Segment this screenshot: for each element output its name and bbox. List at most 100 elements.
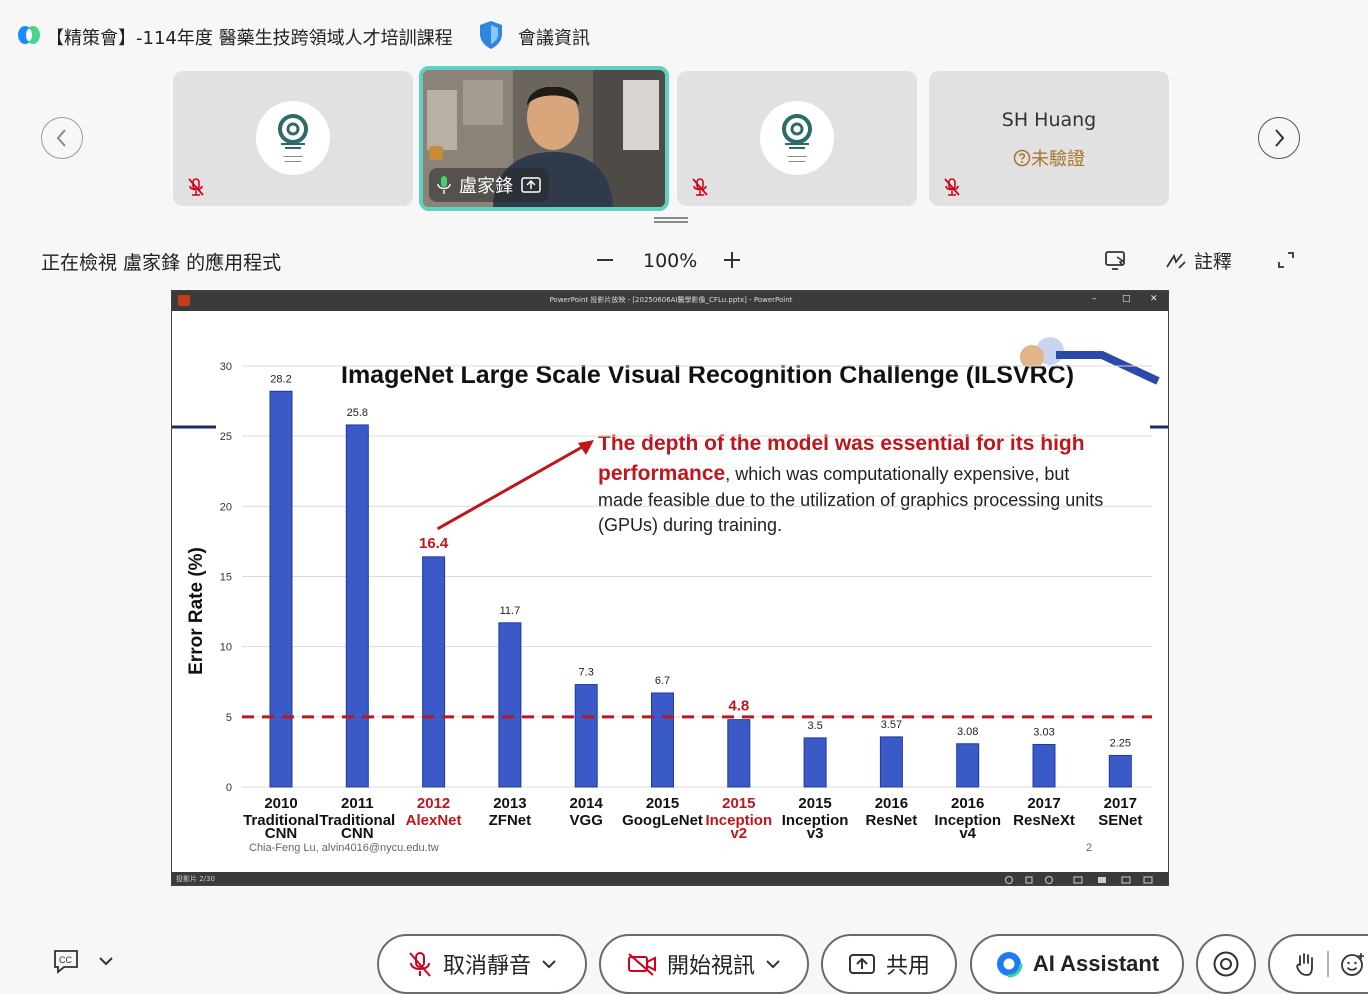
x-tick-model: ResNet — [866, 812, 918, 829]
zoom-in-icon[interactable] — [722, 249, 742, 271]
bar-value-label: 6.7 — [655, 675, 670, 687]
bar-value-label: 25.8 — [347, 407, 368, 419]
ai-assistant-label: AI Assistant — [1032, 951, 1160, 976]
bar-value-label: 2.25 — [1110, 737, 1131, 749]
x-tick-year: 2015 — [646, 795, 679, 812]
slide-footer-author: Chia-Feng Lu, alvin4016@nycu.edu.tw — [249, 842, 439, 854]
raise-hand-icon[interactable] — [1294, 951, 1316, 977]
slide-title: ImageNet Large Scale Visual Recognition … — [341, 361, 1074, 389]
participant-tile-1[interactable]: ━━━━━━━━ ━━━━━━━ — [173, 71, 413, 206]
meeting-info-link[interactable]: 會議資訊 — [518, 24, 590, 50]
annotate-button[interactable]: 註釋 — [1164, 247, 1232, 274]
start-video-label: 開始視訊 — [666, 954, 755, 979]
annotate-label: 註釋 — [1194, 251, 1233, 273]
participants-prev-button[interactable] — [41, 117, 83, 159]
share-label: 共用 — [885, 954, 930, 979]
share-button[interactable]: 共用 — [821, 934, 957, 994]
close-button[interactable]: ✕ — [1150, 294, 1158, 304]
participant-tile-active-speaker[interactable]: 盧家鋒 — [419, 66, 669, 211]
highlight-text-line1: The depth of the model was essential for… — [598, 432, 1085, 455]
y-tick-label: 15 — [220, 572, 232, 584]
annotation-arrow-line — [436, 444, 585, 531]
chart-bar — [803, 737, 827, 788]
chart-bar — [1108, 754, 1132, 788]
y-tick-label: 20 — [220, 501, 232, 513]
x-tick-year: 2015 — [798, 795, 831, 812]
ppt-window-title: PowerPoint 投影片放映 - [20250606AI醫學影像_CFLu.… — [549, 296, 793, 304]
question-circle-icon — [1013, 149, 1031, 167]
x-tick-model: GoogLeNet — [622, 812, 703, 829]
ppt-window-titlebar: PowerPoint 投影片放映 - [20250606AI醫學影像_CFLu.… — [172, 291, 1168, 311]
x-tick-year: 2013 — [493, 795, 526, 812]
organization-logo-icon — [278, 114, 308, 149]
start-video-button[interactable]: 開始視訊 — [599, 934, 809, 994]
emoji-reaction-icon[interactable] — [1340, 951, 1366, 977]
participant-tile-4[interactable]: SH Huang 未驗證 — [929, 71, 1169, 206]
bar-value-label: 11.7 — [500, 605, 521, 617]
x-tick-year: 2014 — [570, 795, 604, 812]
reactions-button[interactable] — [1268, 934, 1368, 994]
x-tick-year: 2017 — [1104, 795, 1137, 812]
participants-next-button[interactable] — [1258, 117, 1300, 159]
chart-bar — [422, 556, 446, 788]
title-bar: 【精策會】-114年度 醫藥生技跨領域人才培訓課程 會議資訊 — [0, 0, 1368, 72]
ai-assistant-button[interactable]: AI Assistant — [970, 934, 1184, 994]
participant-tile-3[interactable]: ━━━━━━━━ ━━━━━━━ — [677, 71, 917, 206]
strip-resize-handle[interactable] — [652, 216, 690, 224]
x-tick-model: v2 — [730, 825, 747, 842]
mic-muted-icon — [188, 178, 204, 196]
zoom-out-icon[interactable] — [595, 249, 615, 271]
x-tick-model: v3 — [807, 825, 824, 842]
bar-value-label: 3.03 — [1033, 726, 1054, 738]
mic-active-icon — [437, 176, 451, 194]
x-tick-year: 2015 — [722, 795, 755, 812]
slideshow-controls-icon[interactable] — [1004, 875, 1154, 885]
minimize-button[interactable]: – — [1092, 294, 1097, 304]
y-tick-label: 10 — [220, 642, 232, 654]
x-tick-model: ZFNet — [489, 812, 532, 829]
closed-captions-icon: CC — [54, 950, 78, 974]
unmute-button[interactable]: 取消靜音 — [377, 934, 587, 994]
divider — [1327, 951, 1329, 977]
chevron-down-icon[interactable] — [541, 958, 557, 970]
record-button[interactable] — [1196, 934, 1256, 994]
ppt-status-bar: 投影片 2/30 — [172, 872, 1168, 885]
bar-value-label: 7.3 — [579, 667, 594, 679]
x-tick-year: 2017 — [1027, 795, 1060, 812]
chevron-down-icon[interactable] — [765, 958, 781, 970]
body-text-line1: performance, which was computationally e… — [598, 462, 1069, 485]
meeting-info-shield-icon[interactable] — [478, 20, 504, 50]
bar-value-label: 16.4 — [419, 535, 449, 552]
mic-muted-icon — [944, 178, 960, 196]
chevron-down-icon — [99, 957, 113, 966]
chevron-right-icon — [1275, 129, 1285, 147]
chevron-left-icon — [56, 129, 66, 147]
zoom-level: 100% — [643, 250, 698, 272]
bar-value-label: 28.2 — [270, 373, 291, 385]
request-control-icon[interactable] — [1104, 249, 1128, 271]
chart-bar — [269, 390, 293, 788]
x-tick-model: VGG — [570, 812, 603, 829]
bar-value-label: 3.57 — [881, 719, 902, 731]
x-tick-model: AlexNet — [406, 812, 462, 829]
mic-muted-icon — [409, 952, 431, 977]
y-tick-label: 25 — [220, 431, 232, 443]
fullscreen-icon[interactable] — [1276, 250, 1296, 270]
x-tick-model: v4 — [959, 825, 976, 842]
slide-canvas: ImageNet Large Scale Visual Recognition … — [172, 337, 1168, 854]
organization-logo-icon — [782, 114, 812, 149]
shared-screen: PowerPoint 投影片放映 - [20250606AI醫學影像_CFLu.… — [171, 290, 1169, 886]
closed-captions-button[interactable]: CC — [52, 948, 114, 974]
participant-name: 盧家鋒 — [459, 176, 513, 197]
x-tick-year: 2016 — [951, 795, 984, 812]
meeting-title: 【精策會】-114年度 醫藥生技跨領域人才培訓課程 — [46, 28, 453, 49]
y-axis-label: Error Rate (%) — [186, 547, 207, 675]
bar-value-label: 3.5 — [807, 720, 822, 732]
chart-bar — [1032, 743, 1056, 788]
organization-logo: ━━━━━━━━ ━━━━━━━ — [760, 101, 834, 175]
chart-bar — [651, 692, 674, 788]
active-speaker-name-tag: 盧家鋒 — [429, 168, 549, 202]
x-tick-model: CNN — [265, 825, 298, 842]
viewing-shared-app-label: 正在檢視 盧家鋒 的應用程式 — [41, 252, 282, 274]
maximize-button[interactable]: □ — [1122, 294, 1131, 304]
